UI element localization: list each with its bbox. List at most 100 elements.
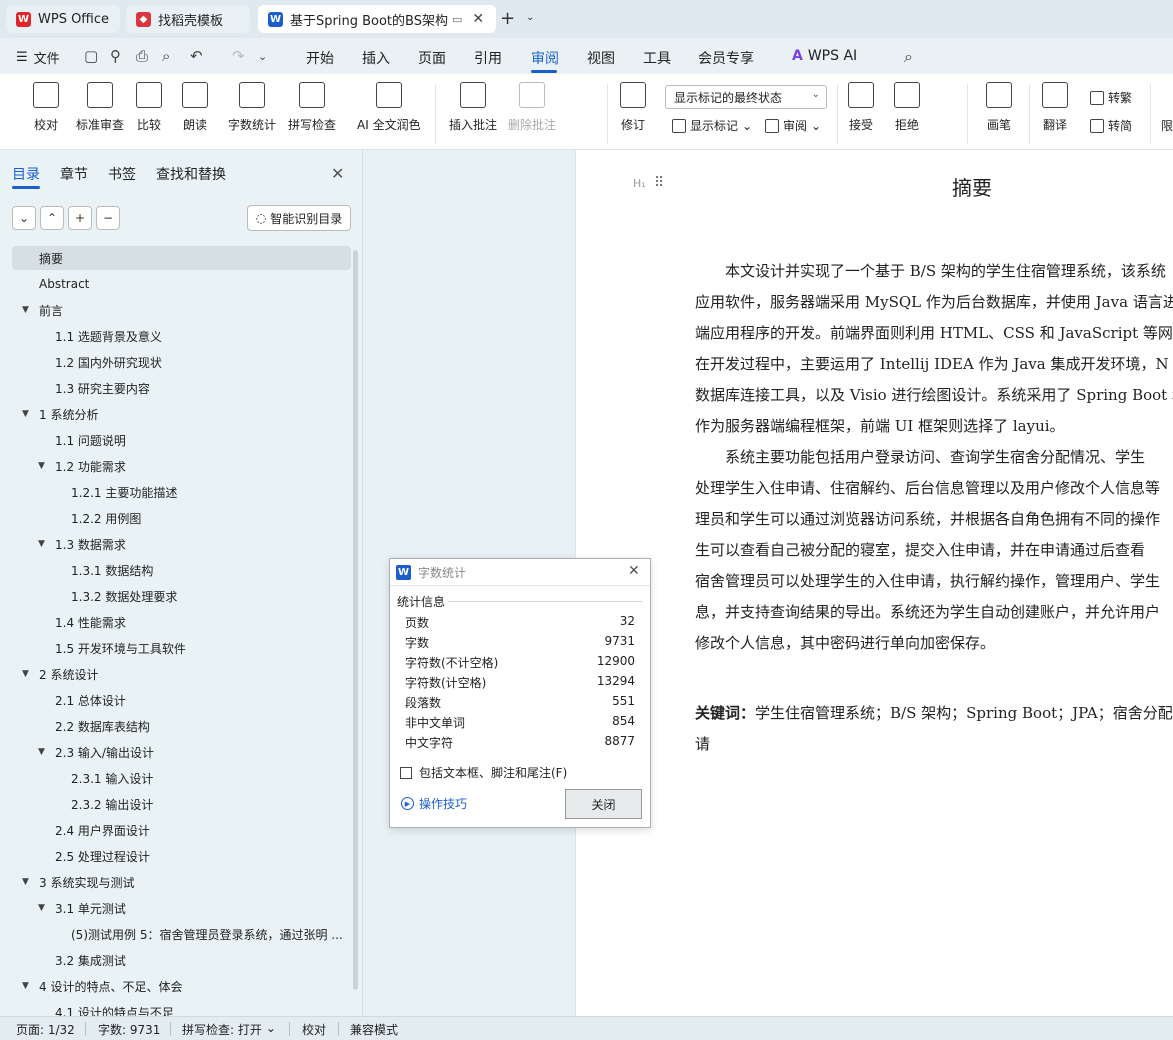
toc-item[interactable]: 1.5 开发环境与工具软件: [12, 636, 351, 660]
word-count-button[interactable]: 字数统计: [228, 82, 276, 133]
toc-item[interactable]: ▼ 2.3 输入/输出设计: [12, 740, 351, 764]
accept-button[interactable]: 接受: [848, 82, 874, 133]
track-changes-button[interactable]: 修订: [620, 82, 646, 133]
more-icon[interactable]: ⌄: [258, 50, 267, 63]
toc-item[interactable]: 1.1 选题背景及意义: [12, 324, 351, 348]
translate-button[interactable]: 翻译: [1042, 82, 1068, 133]
track-mode-select[interactable]: 显示标记的最终状态 ⌄: [665, 85, 827, 109]
toc-item[interactable]: 1.2.1 主要功能描述: [12, 480, 351, 504]
menu-reference[interactable]: 引用: [474, 48, 502, 68]
status-spell-check[interactable]: 拼写检查: 打开 ⌄: [182, 1021, 276, 1038]
toc-item[interactable]: 2.2 数据库表结构: [12, 714, 351, 738]
menu-review[interactable]: 审阅: [531, 48, 559, 68]
tab-find-replace[interactable]: 查找和替换: [156, 164, 226, 184]
expand-down-button[interactable]: ⌄: [12, 206, 36, 230]
tab-toc[interactable]: 目录: [12, 164, 40, 184]
toc-item[interactable]: 1.2.2 用例图: [12, 506, 351, 530]
toc-item[interactable]: ▼ 3.1 单元测试: [12, 896, 351, 920]
review-pane-button[interactable]: 审阅 ⌄: [765, 117, 821, 134]
expand-arrow-icon[interactable]: ▼: [38, 461, 55, 471]
to-simplified-button[interactable]: 转简: [1090, 117, 1132, 134]
menu-member[interactable]: 会员专享: [698, 48, 754, 68]
pen-button[interactable]: 画笔: [986, 82, 1012, 133]
reject-button[interactable]: 拒绝: [894, 82, 920, 133]
compare-button[interactable]: 比较: [136, 82, 162, 133]
remove-heading-button[interactable]: −: [96, 206, 120, 230]
toc-item[interactable]: ▼ 1.3 数据需求: [12, 532, 351, 556]
status-words[interactable]: 字数: 9731: [98, 1021, 160, 1038]
include-textbox-checkbox[interactable]: [400, 766, 412, 779]
window-icon[interactable]: ▭: [452, 13, 462, 26]
menu-page[interactable]: 页面: [418, 48, 446, 68]
undo-icon[interactable]: ↶: [190, 47, 203, 65]
save-icon[interactable]: ▢: [84, 47, 98, 65]
toc-item[interactable]: ▼ 3 系统实现与测试: [12, 870, 351, 894]
toc-scrollbar[interactable]: [353, 250, 358, 990]
tab-wps-office[interactable]: W WPS Office: [6, 5, 120, 33]
limit-button[interactable]: 限: [1161, 117, 1173, 134]
expand-arrow-icon[interactable]: ▼: [22, 669, 39, 679]
toc-item[interactable]: 3.2 集成测试: [12, 948, 351, 972]
toc-item[interactable]: 1.3.2 数据处理要求: [12, 584, 351, 608]
expand-arrow-icon[interactable]: ▼: [22, 409, 39, 419]
tab-document[interactable]: W 基于Spring Boot的BS架构学 ▭ ✕: [258, 5, 496, 33]
toc-item[interactable]: 1.2 国内外研究现状: [12, 350, 351, 374]
toc-item[interactable]: 1.3 研究主要内容: [12, 376, 351, 400]
toc-item[interactable]: ▼ 1.2 功能需求: [12, 454, 351, 478]
menu-insert[interactable]: 插入: [362, 48, 390, 68]
toc-item[interactable]: 2.5 处理过程设计: [12, 844, 351, 868]
toc-item[interactable]: 摘要: [12, 246, 351, 270]
toc-item[interactable]: Abstract: [12, 272, 351, 296]
status-proofread[interactable]: 校对: [302, 1021, 326, 1038]
close-icon[interactable]: ✕: [628, 563, 640, 579]
tab-sections[interactable]: 章节: [60, 164, 88, 184]
menu-tools[interactable]: 工具: [643, 48, 671, 68]
toc-item[interactable]: 1.1 问题说明: [12, 428, 351, 452]
toc-item[interactable]: 2.1 总体设计: [12, 688, 351, 712]
close-icon[interactable]: ✕: [331, 164, 344, 183]
tips-link[interactable]: ▶ 操作技巧: [401, 795, 467, 812]
print-preview-icon[interactable]: ⌕: [162, 47, 170, 65]
ai-polish-button[interactable]: AI 全文润色: [357, 82, 421, 133]
menu-view[interactable]: 视图: [587, 48, 615, 68]
status-page[interactable]: 页面: 1/32: [16, 1021, 75, 1038]
share-icon[interactable]: ⚲: [110, 47, 121, 65]
menu-wps-ai[interactable]: A WPS AI: [792, 48, 857, 64]
close-icon[interactable]: ✕: [472, 11, 484, 27]
toc-item[interactable]: 2.4 用户界面设计: [12, 818, 351, 842]
add-heading-button[interactable]: +: [68, 206, 92, 230]
search-icon[interactable]: ⌕: [904, 47, 913, 67]
proofread-button[interactable]: 校对: [33, 82, 59, 133]
delete-comment-button[interactable]: 删除批注: [508, 82, 556, 133]
toc-item[interactable]: ▼ 1 系统分析: [12, 402, 351, 426]
include-textbox-option[interactable]: 包括文本框、脚注和尾注(F): [400, 764, 567, 781]
new-tab-icon[interactable]: +: [500, 8, 515, 29]
toc-item[interactable]: (5)测试用例 5：宿舍管理员登录系统，通过张明 ...: [12, 922, 351, 946]
collapse-up-button[interactable]: ⌃: [40, 206, 64, 230]
toc-item[interactable]: ▼ 2 系统设计: [12, 662, 351, 686]
toc-item[interactable]: 2.3.2 输出设计: [12, 792, 351, 816]
standard-review-button[interactable]: 标准审查: [76, 82, 124, 133]
read-aloud-button[interactable]: 朗读: [182, 82, 208, 133]
drag-handle-icon[interactable]: ⠿: [654, 175, 664, 191]
toc-item[interactable]: 4.1 设计的特点与不足: [12, 1000, 351, 1017]
expand-arrow-icon[interactable]: ▼: [38, 539, 55, 549]
expand-arrow-icon[interactable]: ▼: [22, 877, 39, 887]
insert-comment-button[interactable]: 插入批注: [449, 82, 497, 133]
expand-arrow-icon[interactable]: ▼: [22, 981, 39, 991]
redo-icon[interactable]: ↷: [232, 47, 245, 65]
spell-check-button[interactable]: 拼写检查: [288, 82, 336, 133]
show-markup-button[interactable]: 显示标记 ⌄: [672, 117, 752, 134]
smart-toc-button[interactable]: ◌ 智能识别目录: [247, 205, 351, 231]
file-menu[interactable]: ☰ 文件: [16, 48, 60, 67]
to-traditional-button[interactable]: 转繁: [1090, 89, 1132, 106]
toc-item[interactable]: 2.3.1 输入设计: [12, 766, 351, 790]
document-page[interactable]: H₁ ⠿ 摘要 本文设计并实现了一个基于 B/S 架构的学生住宿管理系统，该系统…: [575, 150, 1173, 1016]
menu-home[interactable]: 开始: [306, 48, 334, 68]
print-icon[interactable]: ⎙: [136, 47, 148, 65]
toc-item[interactable]: ▼ 前言: [12, 298, 351, 322]
toc-item[interactable]: 1.4 性能需求: [12, 610, 351, 634]
expand-arrow-icon[interactable]: ▼: [38, 747, 55, 757]
expand-arrow-icon[interactable]: ▼: [22, 305, 39, 315]
tab-docer[interactable]: ◆ 找稻壳模板: [126, 5, 250, 33]
